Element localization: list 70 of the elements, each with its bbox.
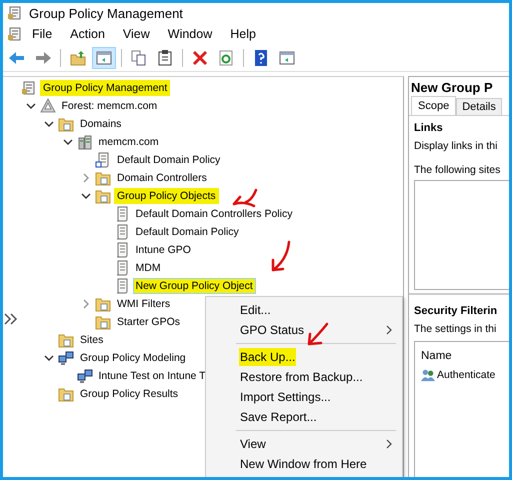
description-text: The following sites — [414, 164, 502, 176]
tree-item[interactable]: Forest: memcm.com — [58, 98, 160, 114]
menu-item[interactable]: Window — [158, 27, 222, 41]
tree-item[interactable]: Sites — [77, 332, 106, 348]
menu-item[interactable]: Restore from Backup... — [239, 368, 364, 386]
tree-item[interactable]: WMI Filters — [114, 296, 174, 312]
menu-item[interactable]: View — [114, 27, 159, 41]
tree-item[interactable]: MDM — [132, 260, 164, 276]
console-icon — [7, 5, 23, 21]
tab[interactable]: Scope — [411, 96, 456, 115]
double-chevron-icon[interactable] — [4, 313, 18, 325]
menu-item[interactable]: Action — [61, 27, 114, 41]
window-title: Group Policy Management — [29, 6, 183, 20]
security-list[interactable]: Name Authenticate — [414, 341, 509, 477]
folder-icon — [58, 386, 74, 402]
folder-icon — [95, 188, 111, 204]
tree-item[interactable]: Domain Controllers — [114, 170, 210, 186]
description-text: The settings in thi — [414, 323, 498, 335]
tree-item[interactable]: Default Domain Controllers Policy — [132, 206, 296, 222]
computer-icon — [76, 368, 92, 384]
tree-item[interactable]: New Group Policy Object — [132, 278, 256, 294]
menu-item[interactable]: Save Report... — [239, 408, 318, 426]
menu-item[interactable]: GPO Status — [239, 321, 306, 339]
tree-item[interactable]: Starter GPOs — [114, 314, 184, 330]
column-header[interactable]: Name — [421, 350, 503, 362]
tree-item[interactable]: Default Domain Policy — [132, 224, 242, 240]
section-heading: Security Filterin — [414, 305, 498, 317]
description-text: Display links in thi — [414, 140, 498, 152]
chevron-icon — [386, 325, 392, 335]
chevron-icon — [386, 439, 392, 449]
tree-item[interactable]: Group Policy Modeling — [77, 350, 189, 366]
menu-item[interactable]: Help — [221, 27, 265, 41]
chevron-icon[interactable] — [26, 101, 36, 111]
table-cell: Authenticate — [437, 369, 496, 381]
tree-item[interactable]: Intune Test on Intune T — [96, 368, 209, 384]
tree-item[interactable]: memcm.com — [96, 134, 162, 150]
tree-item[interactable]: Intune GPO — [132, 242, 194, 258]
chevron-icon[interactable] — [44, 353, 54, 363]
triangle-icon — [40, 98, 56, 114]
console-icon[interactable] — [7, 26, 23, 42]
chevron-icon[interactable] — [44, 119, 54, 129]
computer-icon — [58, 350, 74, 366]
folder-icon — [95, 314, 111, 330]
folder-icon — [58, 116, 74, 132]
menu-item[interactable]: Back Up... — [239, 348, 296, 366]
menu-item[interactable]: New Window from Here — [239, 455, 368, 473]
shortcut-scroll-icon — [95, 152, 111, 168]
users-icon — [421, 368, 435, 382]
menu-item[interactable]: File — [23, 27, 62, 41]
section-heading: Links — [414, 122, 444, 134]
tree-item[interactable]: Group Policy Management — [40, 80, 170, 96]
server-icon — [76, 134, 92, 150]
pane-title: New Group P — [410, 79, 494, 97]
tree-item[interactable]: Default Domain Policy — [114, 152, 224, 168]
menu-item[interactable]: View — [239, 435, 267, 453]
tab[interactable]: Details — [456, 98, 502, 115]
menu-item[interactable]: Edit... — [239, 301, 272, 319]
tree-item[interactable]: Group Policy Results — [77, 386, 182, 402]
console-icon — [21, 80, 37, 96]
tree-item[interactable]: Domains — [77, 116, 124, 132]
folder-icon — [58, 332, 74, 348]
chevron-icon[interactable] — [62, 137, 72, 147]
folder-icon — [95, 296, 111, 312]
folder-icon — [95, 170, 111, 186]
tree-item[interactable]: Group Policy Objects — [114, 188, 219, 204]
annotation-arrow — [305, 322, 331, 348]
menu-item[interactable]: Import Settings... — [239, 388, 332, 406]
chevron-icon[interactable] — [81, 191, 91, 201]
pane-icon[interactable] — [92, 47, 116, 69]
annotation-arrow — [230, 188, 260, 210]
